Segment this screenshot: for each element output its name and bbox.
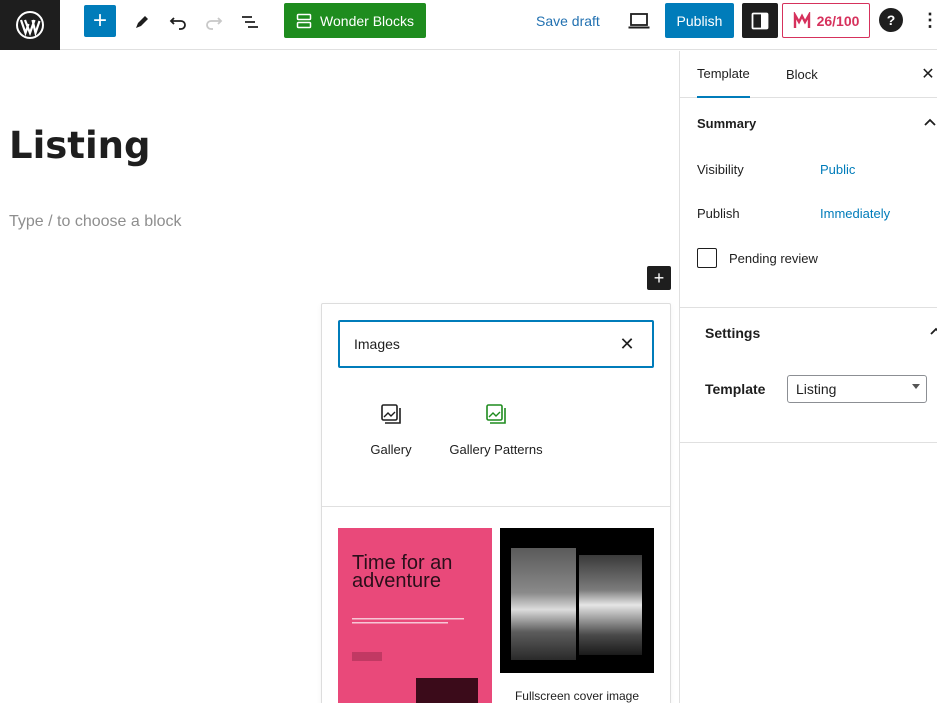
template-select[interactable]: Listing [787, 375, 927, 403]
list-view-icon [242, 16, 258, 28]
seo-score-value: 26/100 [816, 12, 860, 29]
more-options-icon[interactable]: ⋮ [920, 8, 937, 32]
block-inserter-popover: ✕ Gallery Gallery Patterns Time for an a… [321, 303, 671, 703]
sidebar-icon [751, 12, 769, 29]
pattern-preview-fullscreen-cover[interactable] [500, 528, 654, 673]
pattern-caption: Fullscreen cover image gallery [514, 689, 640, 703]
divider [322, 506, 670, 507]
gallery-patterns-icon [486, 404, 506, 424]
settings-toggle-button[interactable] [742, 3, 778, 38]
tab-template[interactable]: Template [697, 51, 750, 98]
tab-block[interactable]: Block [786, 51, 818, 98]
template-label: Template [705, 381, 766, 397]
post-title[interactable]: Listing [9, 124, 150, 167]
help-button[interactable]: ? [879, 8, 903, 32]
pattern-image [416, 678, 478, 703]
block-editor: + Wonder Blocks Save draft Publish 26/10… [0, 0, 937, 703]
wonder-blocks-button[interactable]: Wonder Blocks [284, 3, 426, 38]
plus-icon: + [92, 7, 107, 34]
chevron-up-icon[interactable] [930, 326, 937, 336]
undo-button[interactable] [164, 8, 192, 36]
redo-icon [206, 17, 223, 30]
tools-button[interactable] [128, 8, 156, 36]
visibility-label: Visibility [697, 162, 744, 177]
pending-review-checkbox[interactable] [697, 248, 717, 268]
search-box: ✕ [338, 320, 654, 368]
summary-panel: Summary Visibility Public Publish Immedi… [680, 98, 937, 308]
pattern-button-shape [352, 652, 382, 661]
gallery-icon [381, 404, 401, 424]
wonder-blocks-label: Wonder Blocks [320, 12, 414, 29]
template-select-value: Listing [796, 381, 837, 397]
block-search-input[interactable] [354, 336, 604, 352]
summary-title[interactable]: Summary [697, 116, 756, 131]
save-draft-button[interactable]: Save draft [536, 8, 600, 34]
block-item-gallery[interactable]: Gallery [341, 402, 441, 457]
block-item-label: Gallery Patterns [449, 442, 543, 457]
chevron-down-icon [912, 384, 920, 389]
block-item-gallery-patterns[interactable]: Gallery Patterns [446, 402, 546, 457]
settings-title[interactable]: Settings [705, 325, 760, 341]
visibility-value[interactable]: Public [820, 162, 855, 177]
editor-toolbar: + Wonder Blocks Save draft Publish 26/10… [0, 0, 937, 50]
publish-date-value[interactable]: Immediately [820, 206, 890, 221]
rank-math-icon [793, 11, 810, 28]
clear-search-icon[interactable]: ✕ [618, 334, 636, 354]
chevron-up-icon[interactable] [924, 117, 936, 127]
close-sidebar-icon[interactable]: ✕ [918, 64, 937, 84]
settings-panel: Settings Template Listing [680, 309, 937, 443]
pattern-title: Time for an adventure [352, 552, 453, 592]
preview-button[interactable] [626, 8, 652, 34]
settings-sidebar: Template Block ✕ Summary Visibility Publ… [679, 51, 937, 703]
waterfall-image [511, 548, 576, 660]
undo-icon [169, 17, 186, 30]
block-placeholder[interactable]: Type / to choose a block [9, 213, 182, 231]
add-block-button[interactable]: + [84, 5, 116, 37]
waterfall-image [579, 555, 642, 655]
block-item-label: Gallery [370, 442, 412, 457]
pattern-body-text-lines [352, 618, 464, 624]
publish-button[interactable]: Publish [665, 3, 734, 38]
sidebar-tabs: Template Block ✕ [680, 51, 937, 98]
publish-label: Publish [697, 206, 740, 221]
wordpress-logo-icon[interactable] [0, 0, 60, 50]
laptop-icon [628, 13, 650, 29]
wonder-blocks-icon [296, 13, 312, 28]
pending-review-label: Pending review [729, 251, 818, 266]
inline-add-block-button[interactable]: + [647, 266, 671, 290]
seo-score-button[interactable]: 26/100 [782, 3, 870, 38]
redo-button[interactable] [200, 8, 228, 36]
pattern-preview-adventure[interactable]: Time for an adventure [338, 528, 492, 703]
document-overview-button[interactable] [236, 8, 264, 36]
pencil-icon [136, 16, 148, 28]
